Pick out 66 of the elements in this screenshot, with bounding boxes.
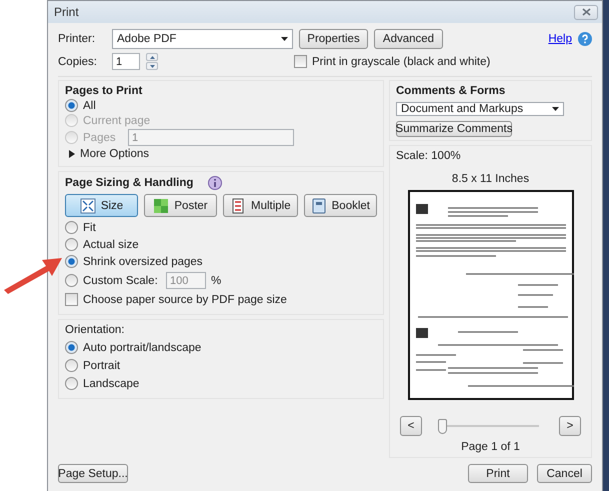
copies-field[interactable]: 1	[112, 53, 140, 70]
option-label: Custom Scale:	[83, 274, 159, 286]
grayscale-checkbox[interactable]	[294, 55, 307, 68]
help-link[interactable]: Help	[548, 33, 572, 45]
close-button[interactable]	[574, 4, 598, 20]
slider-thumb[interactable]	[438, 418, 447, 434]
radio-button[interactable]	[65, 341, 78, 354]
resize-icon	[80, 198, 96, 214]
copies-label: Copies:	[58, 56, 98, 68]
booklet-icon	[310, 198, 327, 214]
paper-source-label: Choose paper source by PDF page size	[83, 294, 287, 306]
radio-button[interactable]	[65, 359, 78, 372]
page-setup-button[interactable]: Page Setup...	[58, 464, 128, 483]
radio-button[interactable]	[65, 238, 78, 251]
next-page-button[interactable]: >	[559, 416, 581, 436]
percent-label: %	[211, 274, 222, 286]
panel-title: Pages to Print	[65, 85, 144, 97]
previous-page-button[interactable]: <	[400, 416, 422, 436]
mode-tab[interactable]: Poster	[144, 194, 217, 217]
option-label: Actual size	[83, 238, 139, 250]
paper-size-label: 8.5 x 11 Inches	[452, 173, 530, 185]
print-button[interactable]: Print	[468, 464, 528, 483]
summarize-button[interactable]: Summarize Comments	[396, 121, 512, 137]
down-icon	[150, 64, 154, 68]
page-count-label: Page 1 of 1	[461, 441, 520, 453]
multiple-pages-icon	[230, 198, 246, 214]
comments-dropdown[interactable]: Document and Markups	[396, 102, 564, 116]
paper-source-checkbox[interactable]	[65, 293, 78, 306]
grayscale-label: Print in grayscale (black and white)	[312, 56, 490, 68]
radio-button[interactable]	[65, 377, 78, 390]
panel-title: Orientation:	[65, 324, 126, 336]
radio-button[interactable]	[65, 274, 78, 287]
option-label: Landscape	[83, 378, 140, 390]
scale-label: Scale: 100%	[396, 150, 462, 162]
more-options-label[interactable]: More Options	[80, 148, 150, 160]
radio-button[interactable]	[65, 99, 78, 112]
option-label: All	[83, 100, 96, 112]
option-label: Portrait	[83, 360, 120, 372]
option-label: Auto portrait/landscape	[83, 342, 202, 354]
advanced-button[interactable]: Advanced	[374, 29, 443, 49]
caret-icon	[281, 37, 288, 41]
increment-button[interactable]	[146, 53, 158, 61]
info-icon[interactable]	[208, 176, 222, 190]
radio-button[interactable]	[65, 255, 78, 268]
option-label: Pages	[83, 132, 117, 144]
up-icon	[150, 56, 154, 58]
option-label: Current page	[83, 114, 150, 126]
caret-icon	[552, 107, 559, 111]
window-title: Print	[54, 5, 79, 19]
option-label: Shrink oversized pages	[83, 256, 203, 268]
printer-label: Printer:	[58, 33, 96, 45]
help-icon[interactable]	[578, 32, 592, 46]
close-icon	[582, 8, 590, 16]
printer-dropdown[interactable]: Adobe PDF	[112, 29, 293, 49]
option-label: Fit	[83, 222, 96, 234]
mode-tab[interactable]: Multiple	[223, 194, 298, 217]
panel-title: Page Sizing & Handling	[65, 177, 194, 189]
decrement-button[interactable]	[146, 62, 158, 70]
radio-button[interactable]	[65, 221, 78, 234]
poster-icon	[153, 198, 170, 214]
mode-tab[interactable]: Size	[65, 194, 138, 217]
panel-title: Comments & Forms	[396, 85, 506, 97]
cancel-button[interactable]: Cancel	[537, 464, 592, 483]
properties-button[interactable]: Properties	[299, 29, 368, 49]
expand-icon[interactable]	[69, 150, 75, 158]
mode-tab[interactable]: Booklet	[304, 194, 377, 217]
